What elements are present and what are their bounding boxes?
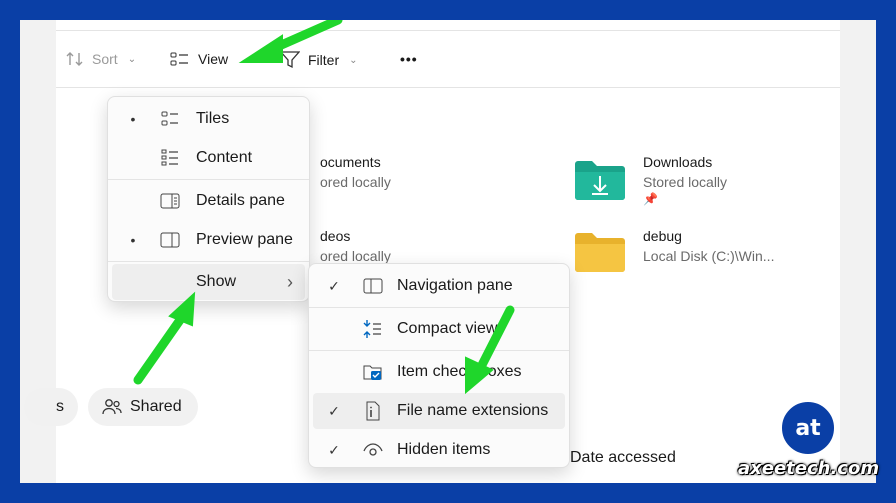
selected-bullet: • [130, 232, 136, 248]
view-icon [170, 52, 188, 66]
menu-item-compact-view[interactable]: Compact view [313, 311, 565, 347]
view-button[interactable]: View [170, 51, 228, 67]
debug-folder-icon [573, 230, 627, 279]
checkbox-icon [363, 365, 382, 380]
more-options-button[interactable]: ••• [400, 51, 418, 67]
menu-item-navigation-pane[interactable]: ✓ Navigation pane [313, 268, 565, 304]
file-explorer-window: Sort ⌄ View Filter ⌄ ••• ocuments ored l… [20, 20, 876, 483]
menu-item-hidden-items[interactable]: ✓ Hidden items [313, 432, 565, 468]
chevron-right-icon: › [287, 271, 293, 292]
more-options-icon: ••• [400, 51, 418, 67]
menu-separator [108, 179, 309, 180]
menu-item-details-pane[interactable]: Details pane [112, 183, 305, 219]
menu-item-label: Details pane [196, 192, 285, 209]
sort-button[interactable]: Sort ⌄ [66, 51, 136, 67]
pin-icon: 📌 [643, 192, 658, 206]
filter-chip-partial[interactable]: s [24, 388, 78, 426]
right-margin [840, 20, 876, 483]
show-submenu: ✓ Navigation pane Compact view Item chec… [308, 263, 570, 468]
axeetech-logo: at [779, 399, 837, 457]
details-pane-icon [160, 193, 180, 209]
shared-chip[interactable]: Shared [88, 388, 198, 426]
menu-item-label: Item check boxes [397, 363, 522, 380]
folder-videos[interactable]: deos ored locally [320, 228, 391, 264]
folder-location: Local Disk (C:)\Win... [643, 248, 775, 264]
menu-item-preview-pane[interactable]: • Preview pane [112, 222, 305, 258]
folder-location: ored locally [320, 174, 391, 190]
people-icon [102, 399, 122, 415]
shared-label: Shared [130, 398, 182, 415]
view-label: View [198, 51, 229, 67]
menu-separator [108, 261, 309, 262]
sort-icon [66, 52, 83, 66]
chevron-down-icon: ⌄ [127, 53, 137, 65]
menu-separator [309, 350, 569, 351]
folder-name: ocuments [320, 154, 381, 170]
chevron-down-icon: ⌄ [349, 54, 358, 66]
content-icon [161, 149, 178, 166]
folder-location: ored locally [320, 248, 391, 264]
downloads-folder-icon [573, 158, 627, 207]
compact-view-icon [363, 320, 381, 338]
checkmark-icon: ✓ [328, 402, 340, 419]
file-extension-icon [366, 401, 380, 421]
menu-item-label: Show [196, 273, 237, 290]
folder-location: Stored locally [643, 174, 728, 190]
menu-item-show[interactable]: Show › [112, 264, 305, 300]
menu-item-item-check-boxes[interactable]: Item check boxes [313, 354, 565, 390]
command-bar: Sort ⌄ View Filter ⌄ ••• [56, 30, 840, 88]
menu-item-label: File name extensions [397, 402, 549, 419]
folder-name: debug [643, 228, 682, 244]
menu-item-tiles[interactable]: • Tiles [112, 101, 305, 137]
folder-debug[interactable]: debug Local Disk (C:)\Win... [643, 228, 774, 264]
folder-documents[interactable]: ocuments ored locally [320, 154, 391, 190]
menu-item-label: Hidden items [397, 441, 491, 458]
filter-label: Filter [308, 52, 340, 68]
filter-button[interactable]: Filter ⌄ [280, 51, 358, 69]
eye-icon [363, 443, 383, 456]
checkmark-icon: ✓ [328, 441, 340, 458]
view-menu: • Tiles Content Details pane • Preview p… [107, 96, 310, 302]
tiles-icon [161, 111, 178, 126]
menu-item-label: Compact view [397, 320, 498, 337]
menu-item-file-name-extensions[interactable]: ✓ File name extensions [313, 393, 565, 429]
chip-label: s [56, 398, 64, 415]
navigation-pane-icon [363, 278, 383, 294]
sort-label: Sort [92, 51, 118, 67]
menu-item-content[interactable]: Content [112, 140, 305, 176]
folder-name: deos [320, 228, 351, 244]
folder-name: Downloads [643, 154, 713, 170]
preview-pane-icon [160, 232, 180, 248]
menu-item-label: Navigation pane [397, 277, 513, 294]
menu-item-label: Preview pane [196, 231, 293, 248]
menu-item-label: Tiles [196, 110, 230, 127]
menu-item-label: Content [196, 149, 253, 166]
watermark-text: axeetech.com [738, 458, 880, 479]
selected-bullet: • [130, 111, 136, 127]
column-header-date-accessed[interactable]: Date accessed [570, 449, 676, 467]
checkmark-icon: ✓ [328, 277, 340, 294]
filter-icon [280, 51, 300, 69]
menu-separator [309, 307, 569, 308]
folder-downloads[interactable]: Downloads Stored locally 📌 [643, 154, 727, 206]
